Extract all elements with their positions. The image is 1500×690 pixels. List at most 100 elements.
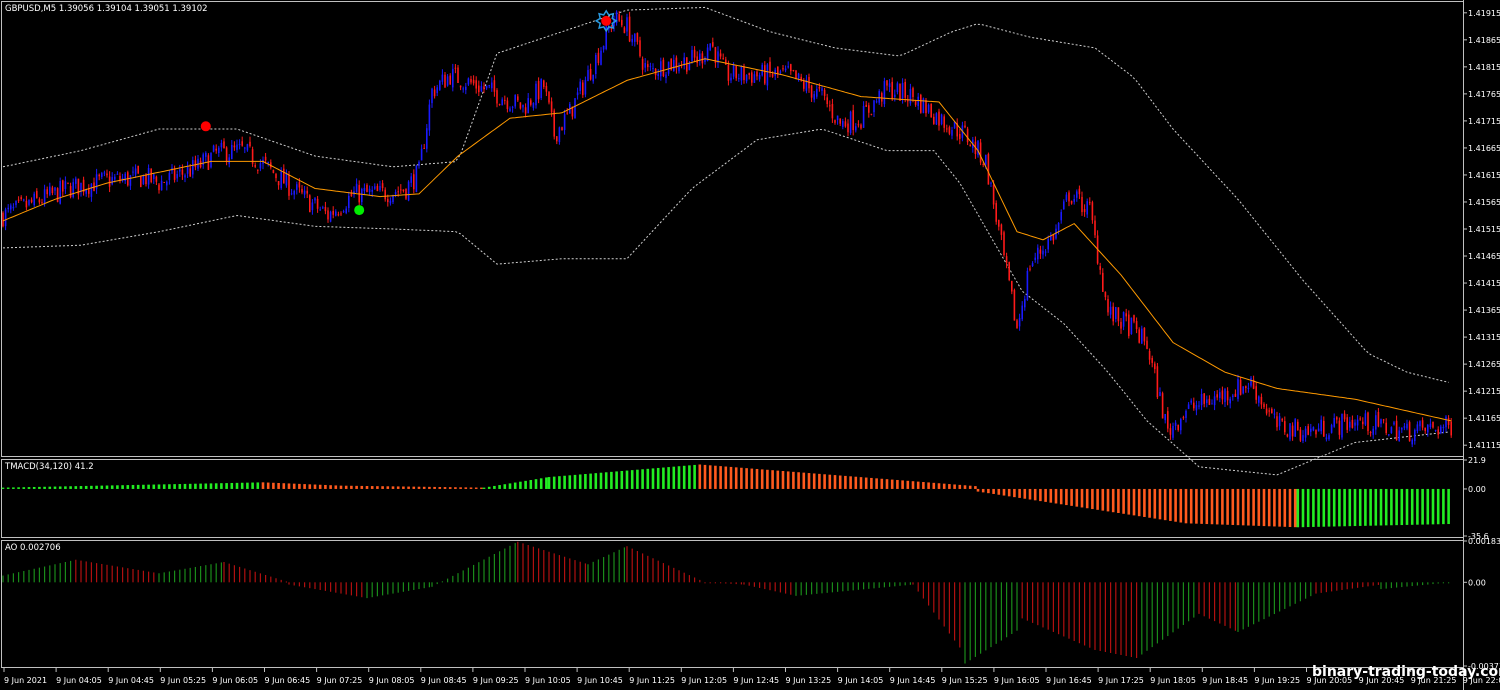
candle-body: [667, 61, 670, 74]
tmacd-bar: [266, 482, 270, 489]
candle: [899, 83, 901, 101]
tmacd-bar: [53, 486, 57, 489]
tmacd-bar: [1127, 488, 1131, 515]
candle: [457, 64, 459, 83]
candle-body: [810, 85, 813, 98]
candle-body: [1442, 426, 1445, 429]
tmacd-bar: [74, 486, 78, 489]
tmacd-bar: [391, 486, 395, 489]
candle-body: [550, 101, 553, 113]
trading-chart[interactable]: 1.41915 1.41865 1.41815 1.41765 1.41715 1.416…: [0, 0, 1500, 690]
y-tick-label: 1.41365: [1468, 306, 1500, 315]
ao-bar: [647, 555, 649, 583]
ao-bar: [205, 565, 207, 583]
ao-bar: [688, 575, 690, 583]
tmacd-bar: [906, 480, 910, 489]
candle: [163, 181, 165, 183]
candle-body: [436, 87, 438, 94]
candle-body: [296, 184, 298, 190]
candle-body: [147, 168, 150, 185]
tmacd-bar: [459, 487, 462, 489]
tmacd-bar: [1033, 488, 1037, 501]
candle: [1294, 417, 1296, 437]
candle-body: [1107, 298, 1109, 313]
tmacd-bar: [1301, 488, 1305, 528]
candle-body: [15, 200, 17, 205]
tmacd-bar: [27, 487, 31, 489]
tmacd-bar: [84, 485, 88, 489]
candle-body: [725, 59, 727, 65]
candle-body: [319, 209, 321, 211]
candle-body: [901, 82, 904, 99]
ao-bar: [28, 569, 30, 583]
x-tick-label: 9 Jun 11:25: [629, 676, 675, 685]
ao-bar: [725, 582, 727, 584]
tmacd-bar: [1426, 488, 1430, 525]
candle-body: [1208, 398, 1211, 405]
candle-body: [1356, 419, 1359, 426]
tmacd-bar: [90, 485, 93, 489]
ao-bar: [1156, 582, 1158, 644]
candle-body: [530, 100, 532, 105]
tmacd-bar: [1358, 488, 1362, 526]
tmacd-bar: [1080, 488, 1084, 508]
candle-body: [1440, 426, 1442, 433]
ao-bar: [1416, 582, 1418, 586]
candle-body: [727, 64, 730, 81]
candle-body: [589, 68, 592, 80]
ao-bar: [1336, 582, 1338, 591]
ao-bar: [382, 582, 384, 596]
candle-body: [925, 100, 927, 114]
candle-body: [1255, 386, 1257, 400]
x-tick-label: 9 Jun 14:45: [890, 676, 936, 685]
candle-body: [137, 165, 139, 174]
ao-bar: [163, 572, 165, 583]
candle: [1161, 391, 1164, 419]
candle-body: [501, 99, 503, 106]
ao-bar: [694, 577, 696, 583]
candle-body: [917, 96, 919, 106]
x-tick-label: 9 Jun 04:05: [56, 676, 102, 685]
candle: [426, 124, 428, 153]
tmacd-bar: [812, 473, 816, 489]
candle-body: [576, 92, 579, 96]
tmacd-bar: [885, 479, 889, 489]
candle-body: [1154, 363, 1156, 370]
tmacd-bar: [864, 477, 868, 489]
candle-body: [891, 81, 893, 99]
candle-body: [1411, 439, 1413, 445]
tmacd-bar: [365, 486, 369, 489]
candle-body: [933, 116, 935, 124]
ao-bar: [340, 582, 342, 594]
candle-body: [641, 58, 644, 70]
tmacd-bar: [1039, 488, 1042, 502]
candle-body: [134, 168, 137, 175]
candle: [987, 152, 990, 185]
candle-body: [1130, 317, 1133, 335]
candle-body: [1445, 416, 1447, 428]
tmacd-bar: [32, 486, 36, 489]
ao-bar: [1305, 582, 1307, 599]
ao-bar: [1242, 582, 1244, 630]
candle-body: [1141, 328, 1143, 344]
candle-body: [748, 73, 750, 76]
candle-body: [59, 180, 61, 204]
candle-body: [504, 99, 506, 101]
candle-body: [85, 189, 87, 194]
candle-body: [784, 68, 787, 71]
tmacd-bar: [677, 466, 681, 489]
tmacd-bar: [1317, 488, 1320, 527]
tmacd-bar: [1442, 488, 1445, 525]
tmacd-bar: [448, 487, 452, 489]
candle-body: [1330, 425, 1333, 433]
ao-bar: [759, 582, 761, 588]
candle-body: [1190, 400, 1192, 403]
candle-body: [363, 187, 366, 192]
tmacd-bar: [482, 487, 486, 489]
tmacd-bar: [22, 487, 26, 489]
ao-bar: [228, 563, 230, 583]
tmacd-bar: [1018, 488, 1021, 498]
ao-bar: [1294, 582, 1296, 604]
tmacd-bar: [1200, 488, 1203, 524]
ao-bar: [522, 543, 524, 583]
